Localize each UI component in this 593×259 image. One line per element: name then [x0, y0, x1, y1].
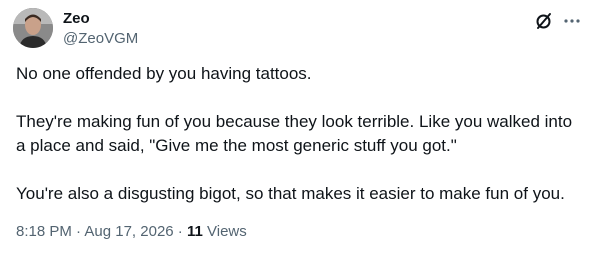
- tweet-paragraph: No one offended by you having tattoos.: [16, 64, 312, 83]
- grok-slash-icon[interactable]: [534, 11, 554, 31]
- views-label: Views: [202, 223, 247, 240]
- tweet-date[interactable]: Aug 17, 2026: [84, 223, 173, 240]
- tweet-time[interactable]: 8:18 PM: [16, 223, 72, 240]
- tweet: Zeo @ZeoVGM No one offended by you havin…: [0, 0, 593, 259]
- tweet-text: No one offended by you having tattoos. T…: [16, 62, 581, 206]
- meta-separator: ·: [173, 223, 187, 240]
- avatar[interactable]: [13, 8, 53, 48]
- meta-separator: ·: [71, 223, 85, 240]
- views-count[interactable]: 11: [187, 223, 203, 240]
- more-horizontal-icon[interactable]: [562, 11, 582, 31]
- tweet-meta: 8:18 PM · Aug 17, 2026 · 11 Views: [16, 222, 247, 242]
- tweet-paragraph: You're also a disgusting bigot, so that …: [16, 184, 565, 203]
- avatar-image: [13, 8, 53, 48]
- author-handle[interactable]: @ZeoVGM: [63, 29, 138, 49]
- tweet-paragraph: They're making fun of you because they l…: [16, 112, 577, 155]
- author-name[interactable]: Zeo: [63, 9, 90, 29]
